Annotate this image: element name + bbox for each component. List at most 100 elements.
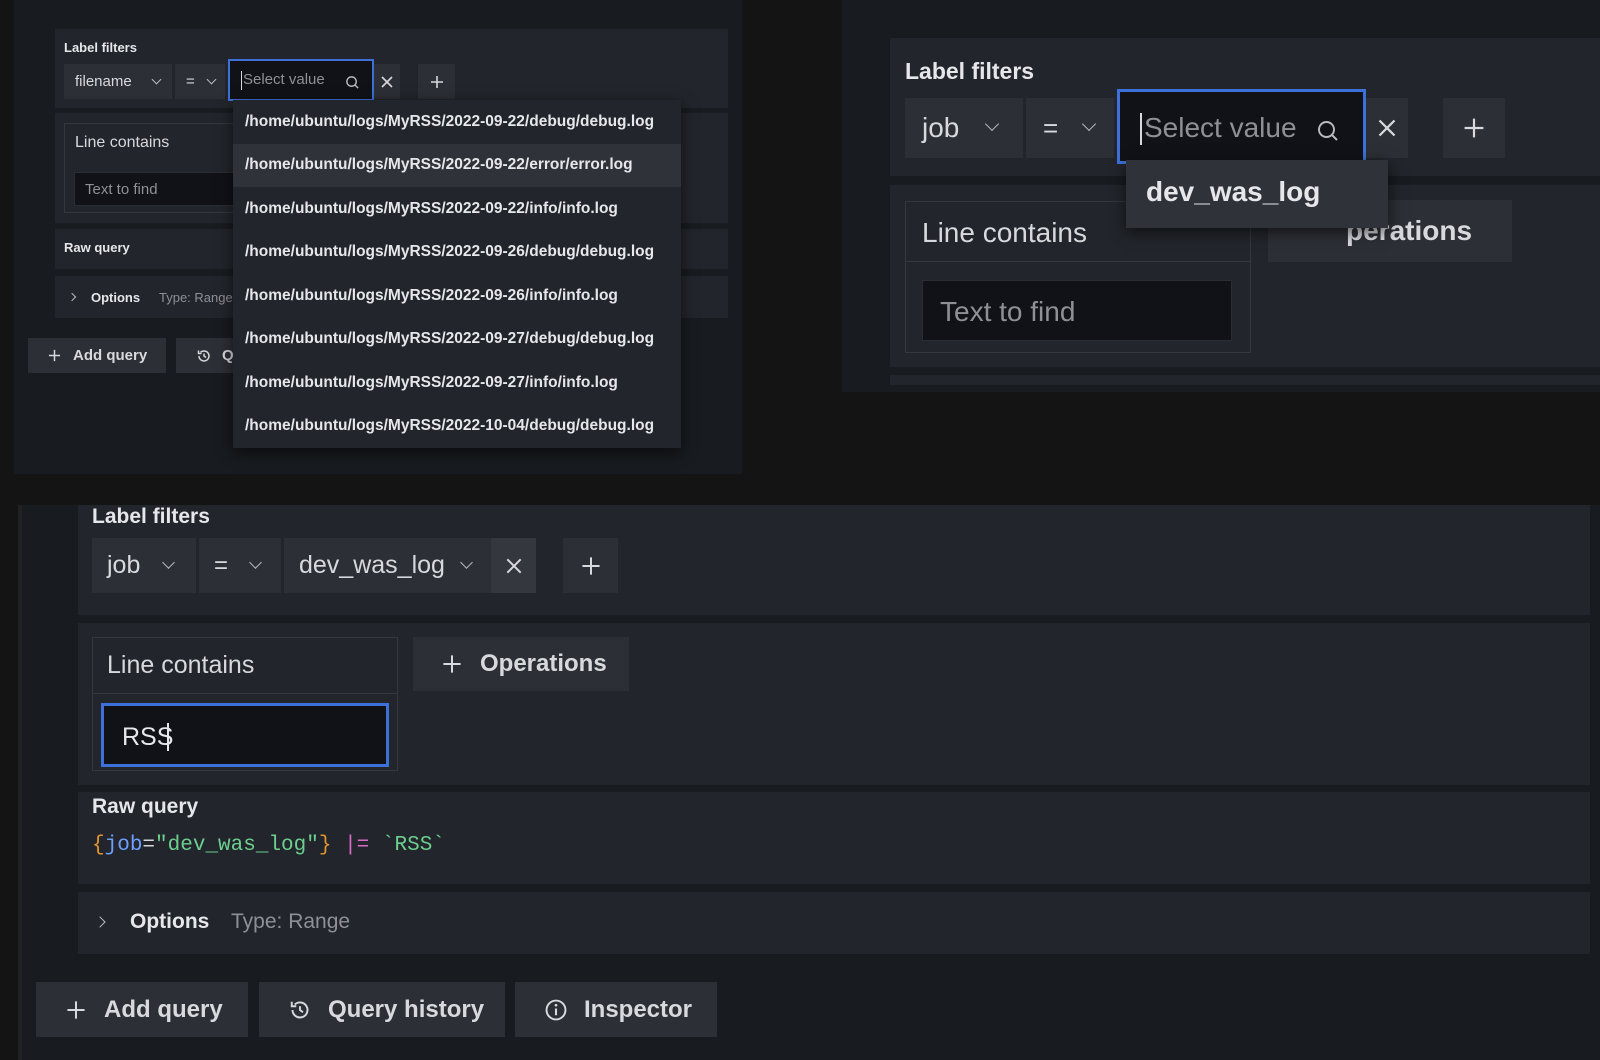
dropdown-option[interactable]: /home/ubuntu/logs/MyRSS/2022-09-26/debug… xyxy=(233,231,681,275)
label-value-select[interactable]: dev_was_log xyxy=(284,538,494,593)
line-contains-box: Line contains RSS xyxy=(92,637,398,771)
value-placeholder: Select value xyxy=(1144,112,1297,143)
close-icon xyxy=(506,558,521,573)
line-contains-box: Line contains Text to find xyxy=(64,123,234,213)
plus-icon xyxy=(1464,118,1484,138)
line-contains-value: RSS xyxy=(122,723,174,751)
close-icon xyxy=(381,75,393,88)
add-filter-button[interactable] xyxy=(563,538,618,593)
label-filters-heading: Label filters xyxy=(905,58,1035,84)
options-type: Type: Range xyxy=(231,910,351,933)
history-icon xyxy=(290,1001,309,1018)
line-contains-input[interactable]: RSS xyxy=(101,703,389,767)
query-history-button[interactable]: Query history xyxy=(259,982,505,1037)
chevron-down-icon xyxy=(206,74,217,85)
plus-icon xyxy=(443,655,461,673)
add-filter-button[interactable] xyxy=(1443,98,1505,158)
next-section xyxy=(890,375,1600,385)
chevron-down-icon xyxy=(151,74,162,85)
plus-icon xyxy=(67,1000,85,1019)
code-eq: = xyxy=(142,834,156,857)
operations-label: Operations xyxy=(480,650,607,677)
value-placeholder: Select value xyxy=(243,71,325,88)
code-brace: { xyxy=(92,834,105,857)
raw-query-code: {job="dev_was_log"} |= `RSS` xyxy=(92,834,445,857)
inspector-label: Inspector xyxy=(584,995,693,1023)
dropdown-option[interactable]: /home/ubuntu/logs/MyRSS/2022-09-22/error… xyxy=(233,143,681,187)
add-query-button[interactable]: Add query xyxy=(28,338,166,373)
operator-value: = xyxy=(214,551,229,579)
label-key-value: job xyxy=(107,551,141,579)
query-history-label: Q xyxy=(222,347,234,364)
divider xyxy=(906,261,1250,262)
chevron-down-icon xyxy=(1081,116,1097,132)
query-editor-main: Label filters job = dev_was_log Line con… xyxy=(18,505,1600,1060)
dropdown-option[interactable]: /home/ubuntu/logs/MyRSS/2022-09-27/info/… xyxy=(233,361,681,405)
chevron-down-icon xyxy=(249,556,262,569)
text-cursor xyxy=(1140,113,1142,145)
label-key-select[interactable]: filename xyxy=(64,64,172,99)
search-icon xyxy=(1318,121,1338,141)
code-key: job xyxy=(104,834,143,857)
query-history-button[interactable]: Q xyxy=(176,338,236,373)
code-brace: } xyxy=(318,834,332,857)
query-history-label: Query history xyxy=(328,995,485,1023)
inspector-button[interactable]: Inspector xyxy=(515,982,717,1037)
text-to-find-input[interactable]: Text to find xyxy=(922,280,1232,341)
chevron-down-icon xyxy=(162,556,175,569)
operator-select[interactable]: = xyxy=(199,538,281,593)
text-to-find-input[interactable]: Text to find xyxy=(74,172,234,206)
dropdown-option[interactable]: /home/ubuntu/logs/MyRSS/2022-10-04/debug… xyxy=(233,405,681,449)
remove-filter-button[interactable] xyxy=(1366,98,1408,158)
chevron-down-icon xyxy=(984,116,1000,132)
add-filter-button[interactable] xyxy=(418,64,455,99)
remove-filter-button[interactable] xyxy=(374,64,400,99)
dropdown-option[interactable]: /home/ubuntu/logs/MyRSS/2022-09-26/info/… xyxy=(233,274,681,318)
line-contains-label: Line contains xyxy=(922,217,1088,248)
dropdown-option[interactable]: /home/ubuntu/logs/MyRSS/2022-09-27/debug… xyxy=(233,318,681,362)
history-icon xyxy=(197,349,210,362)
operator-value: = xyxy=(186,73,195,90)
label-key-select[interactable]: job xyxy=(92,538,196,593)
options-label[interactable]: Options xyxy=(130,910,209,934)
add-query-label: Add query xyxy=(104,995,223,1023)
value-select-input[interactable]: Select value xyxy=(228,59,374,101)
add-query-button[interactable]: Add query xyxy=(36,982,248,1037)
divider xyxy=(93,693,397,694)
line-contains-label: Line contains xyxy=(107,651,255,679)
left-rail xyxy=(18,505,22,1060)
dropdown-option[interactable]: /home/ubuntu/logs/MyRSS/2022-09-22/info/… xyxy=(233,187,681,231)
text-cursor xyxy=(241,71,242,90)
plus-icon xyxy=(581,556,600,575)
text-placeholder: Text to find xyxy=(940,296,1076,327)
label-key-value: filename xyxy=(75,73,132,90)
options-label[interactable]: Options xyxy=(91,290,140,305)
query-editor-right: Label filters job = Select value Line co… xyxy=(842,0,1600,392)
operator-value: = xyxy=(1043,112,1059,143)
remove-filter-button[interactable] xyxy=(491,538,536,593)
value-dropdown-menu: /home/ubuntu/logs/MyRSS/2022-09-22/debug… xyxy=(233,100,681,448)
options-type: Type: Range xyxy=(159,290,233,305)
operations-button[interactable]: Operations xyxy=(413,637,629,691)
line-contains-label: Line contains xyxy=(75,134,170,151)
label-key-select[interactable]: job xyxy=(905,98,1023,158)
plus-icon xyxy=(48,349,61,362)
code-text: `RSS` xyxy=(369,834,445,857)
close-icon xyxy=(1378,119,1396,137)
operator-select[interactable]: = xyxy=(1026,98,1114,158)
text-cursor xyxy=(167,723,169,751)
search-icon xyxy=(346,76,359,89)
text-placeholder: Text to find xyxy=(85,181,158,198)
dropdown-option[interactable]: /home/ubuntu/logs/MyRSS/2022-09-22/debug… xyxy=(233,100,681,144)
value-dropdown-menu: dev_was_log xyxy=(1126,160,1388,228)
label-filters-heading: Label filters xyxy=(64,40,137,55)
info-icon xyxy=(545,999,567,1020)
dropdown-option[interactable]: dev_was_log xyxy=(1146,176,1320,208)
label-value: dev_was_log xyxy=(299,551,445,579)
code-pipe: |= xyxy=(331,834,370,857)
raw-query-heading: Raw query xyxy=(92,795,199,818)
value-select-input[interactable]: Select value xyxy=(1117,89,1366,164)
plus-icon xyxy=(430,75,443,88)
operator-select[interactable]: = xyxy=(175,64,225,99)
query-editor-small: Label filters filename = Select value Li… xyxy=(14,0,742,474)
